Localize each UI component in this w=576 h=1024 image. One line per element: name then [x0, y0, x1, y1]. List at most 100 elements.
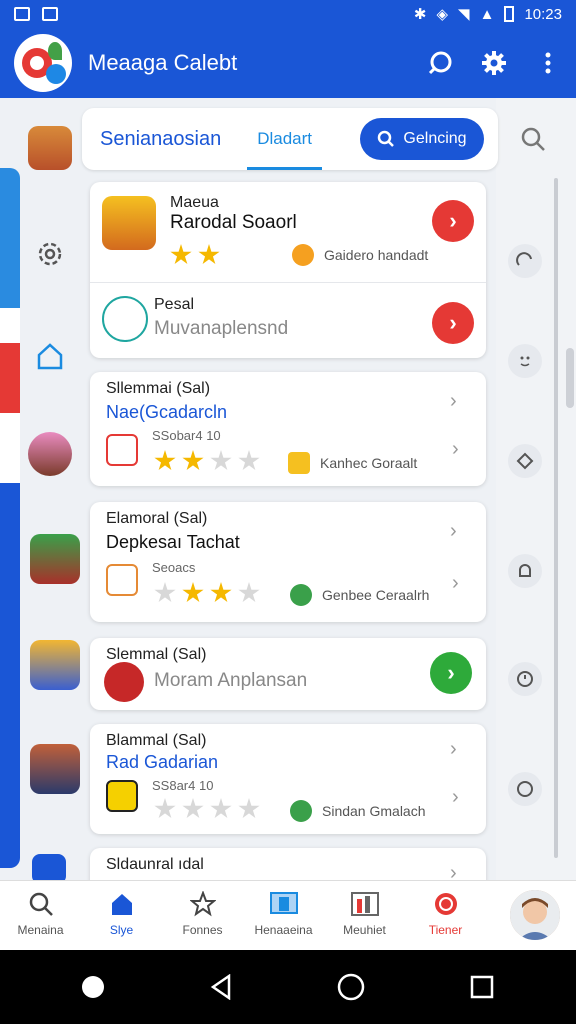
nav-item-meuhiet[interactable]: Meuhiet [324, 891, 405, 937]
status-time: 10:23 [524, 5, 562, 23]
home-circle-icon[interactable] [337, 973, 365, 1001]
star-icon [238, 582, 260, 603]
bluetooth-icon: ✱ [413, 6, 427, 23]
chevron-right-icon[interactable]: › [452, 786, 459, 809]
chevron-right-icon[interactable]: › [452, 438, 459, 461]
badge-text: Genbee Ceraalrh [322, 587, 430, 603]
chevron-icon[interactable]: › [450, 738, 457, 761]
star-icon [238, 798, 260, 819]
star-icon [198, 244, 220, 265]
search-pill-button[interactable]: Gelncing [360, 118, 484, 160]
flower-badge-icon [290, 800, 312, 822]
divider [90, 282, 486, 283]
battery-icon [504, 6, 515, 22]
face-icon[interactable] [508, 344, 542, 378]
profile-avatar[interactable] [510, 890, 560, 940]
list-item-title: Pesal [154, 296, 195, 313]
mascot-icon [104, 662, 144, 702]
back-icon[interactable] [209, 974, 233, 1000]
scrollbar-track[interactable] [554, 178, 558, 858]
star-icon [210, 450, 232, 471]
refresh-icon[interactable] [508, 244, 542, 278]
list-card: Elamoral (Sal) Depkesaı Tachat Seoacs Ge… [90, 502, 486, 622]
rating-stars [154, 798, 260, 820]
star-icon [210, 798, 232, 819]
nav-item-menaina[interactable]: Menaina [0, 891, 81, 937]
open-button[interactable]: › [432, 302, 474, 344]
character-avatar[interactable] [30, 744, 80, 794]
nav-item-fonnes[interactable]: Fonnes [162, 891, 243, 937]
settings-gear-icon[interactable] [480, 49, 508, 77]
star-icon [154, 798, 176, 819]
chevron-right-icon[interactable]: › [452, 572, 459, 595]
list-card: Sllemmai (Sal) Nae(Gcadarcln SSobar4 10 … [90, 372, 486, 486]
image-icon [14, 7, 30, 21]
character-avatar[interactable] [28, 126, 72, 170]
rating-stars [154, 450, 260, 472]
character-avatar[interactable] [28, 432, 72, 476]
star-icon [154, 450, 176, 471]
nav-label: Slye [109, 923, 134, 937]
clock-icon[interactable] [508, 662, 542, 696]
minion-icon [106, 780, 138, 812]
chat-search-icon[interactable] [426, 49, 454, 77]
mascot-icon [102, 296, 148, 342]
flower-icon [292, 244, 314, 266]
nav-label: Tiener [428, 923, 463, 937]
app-title: Meaaga Calebt [88, 50, 238, 75]
scrollbar-thumb[interactable] [566, 348, 574, 408]
search-icon [29, 892, 53, 916]
list-card: Maeua Rarodal Soaorl Gaidero handadt › P… [90, 182, 486, 358]
right-rail [496, 98, 576, 882]
chart-icon [350, 892, 379, 916]
open-button[interactable]: › [430, 652, 472, 694]
badge-text: Kanhec Goraalt [320, 455, 418, 471]
circle-icon[interactable] [508, 772, 542, 806]
recents-icon[interactable] [470, 975, 494, 999]
list-item-badge: Genbee Ceraalrh [290, 584, 429, 606]
signal-icon: ▲ [479, 5, 495, 23]
character-avatar[interactable] [30, 640, 80, 690]
rating-stars [154, 582, 260, 604]
character-avatar[interactable] [30, 534, 80, 584]
list-item-badge: Gaidero handadt [292, 244, 428, 266]
list-item-subtitle: Depkesaı Tachat [106, 532, 240, 552]
home-outline-icon[interactable] [34, 340, 66, 372]
tab-primary[interactable]: Senianaosian [100, 128, 221, 151]
tag-icon[interactable] [508, 444, 542, 478]
star-icon [238, 450, 260, 471]
list-item-meta: Seoacs [152, 560, 196, 575]
bell-icon[interactable] [508, 554, 542, 588]
list-item-meta: SS8ar4 10 [152, 778, 214, 793]
star-icon [170, 244, 192, 265]
rating-stars [170, 244, 220, 266]
message-icon [42, 7, 58, 21]
assistant-icon[interactable] [82, 976, 105, 998]
app-bar: Meaaga Calebt [0, 28, 576, 98]
nav-item-tiener[interactable]: Tiener [405, 891, 486, 937]
home-icon [111, 894, 132, 915]
list-item-subtitle: Moram Anplansan [154, 670, 308, 691]
list-item-title: Sldaunral ıdal [106, 856, 204, 873]
shield-icon [106, 434, 138, 466]
badge-text: Sindan Gmalach [322, 803, 426, 819]
badge-text: Gaidero handadt [324, 247, 429, 263]
nav-item-slye[interactable]: Slye [81, 891, 162, 937]
chevron-icon[interactable]: › [450, 520, 457, 543]
tab-secondary[interactable]: Dladart [247, 108, 322, 170]
list-item-title: Blammal (Sal) [106, 732, 207, 749]
list-card: Slemmal (Sal) Moram Anplansan › [90, 638, 486, 710]
list-item-subtitle: Rad Gadarian [106, 752, 219, 772]
nav-label: Henaaeina [254, 923, 313, 937]
list-card: Blammal (Sal) Rad Gadarian SS8ar4 10 Sin… [90, 724, 486, 834]
star-icon [182, 450, 204, 471]
search-icon[interactable] [520, 126, 546, 152]
decorative-stripe [0, 168, 20, 868]
open-button[interactable]: › [432, 200, 474, 242]
vibrate-icon: ◈ [436, 6, 449, 23]
nav-item-henaaeina[interactable]: Henaaeina [243, 891, 324, 937]
chevron-icon[interactable]: › [450, 390, 457, 413]
settings-outline-icon[interactable] [34, 238, 66, 270]
more-options-icon[interactable] [534, 49, 562, 77]
star-icon [154, 582, 176, 603]
